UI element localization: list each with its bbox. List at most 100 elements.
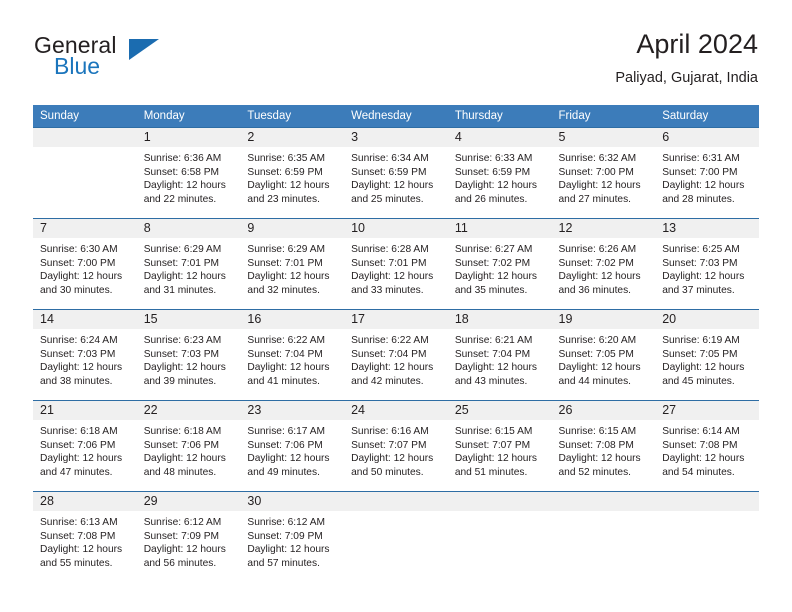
day-info-line: Daylight: 12 hours — [40, 362, 123, 374]
day-info-line: Sunrise: 6:12 AM — [247, 517, 325, 528]
day-info-line: Daylight: 12 hours — [558, 362, 641, 374]
calendar-day-cell[interactable]: 13 Sunrise: 6:25 AM Sunset: 7:03 PM Dayligh… — [655, 218, 759, 310]
day-info-line: Sunrise: 6:25 AM — [662, 244, 740, 255]
calendar-day-cell[interactable]: 2 Sunrise: 6:35 AM Sunset: 6:59 PM Daylight… — [240, 127, 345, 219]
day-number: 10 — [344, 219, 448, 238]
day-info-line: Sunset: 7:06 PM — [143, 439, 220, 451]
calendar-day-cell[interactable]: 11 Sunrise: 6:27 AM Sunset: 7:02 PM Dayligh… — [447, 218, 552, 310]
brand-logo[interactable]: General Blue — [34, 32, 234, 90]
day-sun-info: Sunrise: 6:22 AM Sunset: 7:04 PM Daylight:… — [344, 329, 448, 388]
cell-inner: 24 Sunrise: 6:16 AM Sunset: 7:07 PM Dayligh… — [344, 401, 448, 491]
weekday-header-friday: Friday — [551, 105, 656, 128]
day-number: 27 — [655, 401, 759, 420]
weekday-header-saturday: Saturday — [655, 105, 759, 128]
day-info-line: Sunrise: 6:34 AM — [351, 153, 429, 164]
day-info-line: Sunrise: 6:24 AM — [40, 335, 118, 346]
day-info-line: and 48 minutes. — [143, 466, 217, 478]
day-info-line: Daylight: 12 hours — [143, 180, 226, 192]
day-number: 28 — [33, 492, 137, 511]
calendar-week-row: 14 Sunrise: 6:24 AM Sunset: 7:03 PM Dayligh… — [33, 309, 759, 401]
day-info-line: Daylight: 12 hours — [351, 180, 434, 192]
day-info-line: Sunrise: 6:30 AM — [40, 244, 118, 255]
calendar-day-cell[interactable]: 15 Sunrise: 6:23 AM Sunset: 7:03 PM Dayligh… — [136, 309, 241, 401]
day-number: 5 — [551, 128, 656, 147]
calendar-day-cell[interactable]: 25 Sunrise: 6:15 AM Sunset: 7:07 PM Dayligh… — [447, 400, 552, 492]
day-sun-info: Sunrise: 6:29 AM Sunset: 7:01 PM Daylight:… — [240, 238, 344, 297]
day-sun-info: Sunrise: 6:25 AM Sunset: 7:03 PM Daylight:… — [655, 238, 759, 297]
calendar-day-cell[interactable]: 10 Sunrise: 6:28 AM Sunset: 7:01 PM Dayligh… — [344, 218, 448, 310]
calendar-day-cell[interactable]: 20 Sunrise: 6:19 AM Sunset: 7:05 PM Dayligh… — [655, 309, 759, 401]
day-info-line: Sunset: 7:05 PM — [558, 348, 634, 360]
day-info-line: Daylight: 12 hours — [662, 180, 745, 192]
day-number: 6 — [655, 128, 759, 147]
calendar-day-cell[interactable]: 7 Sunrise: 6:30 AM Sunset: 7:00 PM Daylight… — [33, 218, 137, 310]
calendar-day-cell[interactable]: 5 Sunrise: 6:32 AM Sunset: 7:00 PM Daylight… — [551, 127, 656, 219]
day-info-line: and 54 minutes. — [662, 466, 735, 478]
day-info-line: and 39 minutes. — [143, 375, 217, 387]
day-info-line: Sunrise: 6:18 AM — [40, 426, 118, 437]
day-info-line: Daylight: 12 hours — [558, 271, 641, 283]
day-number: 17 — [344, 310, 448, 329]
calendar-day-cell[interactable]: 27 Sunrise: 6:14 AM Sunset: 7:08 PM Dayligh… — [655, 400, 759, 492]
day-info-line: Sunset: 7:03 PM — [40, 348, 116, 360]
day-info-line: Sunset: 6:59 PM — [247, 166, 323, 178]
day-sun-info: Sunrise: 6:13 AM Sunset: 7:08 PM Daylight:… — [33, 511, 137, 570]
day-number: 21 — [33, 401, 137, 420]
day-info-line: and 23 minutes. — [247, 193, 320, 205]
calendar-day-cell[interactable]: 29 Sunrise: 6:12 AM Sunset: 7:09 PM Dayligh… — [136, 491, 241, 580]
weekday-header-thursday: Thursday — [447, 105, 552, 128]
calendar-day-cell[interactable]: 17 Sunrise: 6:22 AM Sunset: 7:04 PM Dayligh… — [344, 309, 448, 401]
day-info-line: Sunrise: 6:15 AM — [558, 426, 637, 437]
calendar-day-cell[interactable]: 16 Sunrise: 6:22 AM Sunset: 7:04 PM Dayligh… — [240, 309, 345, 401]
day-info-line: Sunrise: 6:36 AM — [143, 153, 222, 164]
cell-inner: 6 Sunrise: 6:31 AM Sunset: 7:00 PM Daylight… — [655, 128, 759, 218]
cell-inner: 14 Sunrise: 6:24 AM Sunset: 7:03 PM Dayligh… — [33, 310, 137, 400]
day-sun-info: Sunrise: 6:27 AM Sunset: 7:02 PM Daylight:… — [448, 238, 552, 297]
day-info-line: Sunrise: 6:20 AM — [558, 335, 637, 346]
cell-inner: 17 Sunrise: 6:22 AM Sunset: 7:04 PM Dayligh… — [344, 310, 448, 400]
day-info-line: Sunset: 7:04 PM — [247, 348, 323, 360]
calendar-grid: Sunday Monday Tuesday Wednesday Thursday Frid… — [33, 105, 759, 580]
calendar-day-cell[interactable]: 4 Sunrise: 6:33 AM Sunset: 6:59 PM Daylight… — [447, 127, 552, 219]
cell-inner: 27 Sunrise: 6:14 AM Sunset: 7:08 PM Dayligh… — [655, 401, 759, 491]
day-number: 23 — [240, 401, 345, 420]
day-info-line: and 28 minutes. — [662, 193, 735, 205]
cell-inner: 1 Sunrise: 6:36 AM Sunset: 6:58 PM Daylight… — [136, 128, 241, 218]
day-info-line: Sunset: 7:04 PM — [454, 348, 531, 360]
day-info-line: Daylight: 12 hours — [40, 453, 123, 465]
day-sun-info: Sunrise: 6:18 AM Sunset: 7:06 PM Daylight:… — [137, 420, 241, 479]
calendar-day-cell[interactable]: 3 Sunrise: 6:34 AM Sunset: 6:59 PM Daylight… — [344, 127, 448, 219]
calendar-day-cell[interactable]: 24 Sunrise: 6:16 AM Sunset: 7:07 PM Dayligh… — [344, 400, 448, 492]
calendar-day-cell[interactable]: 12 Sunrise: 6:26 AM Sunset: 7:02 PM Dayligh… — [551, 218, 656, 310]
calendar-cell-empty — [551, 491, 656, 580]
day-info-line: Sunset: 7:03 PM — [143, 348, 220, 360]
day-info-line: Daylight: 12 hours — [454, 453, 537, 465]
day-info-line: Sunset: 7:01 PM — [351, 257, 427, 269]
day-sun-info: Sunrise: 6:18 AM Sunset: 7:06 PM Daylight:… — [33, 420, 137, 479]
calendar-week-row: 1 Sunrise: 6:36 AM Sunset: 6:58 PM Daylight… — [33, 127, 759, 219]
day-info-line: Daylight: 12 hours — [40, 544, 123, 556]
calendar-day-cell[interactable]: 6 Sunrise: 6:31 AM Sunset: 7:00 PM Daylight… — [655, 127, 759, 219]
calendar-day-cell[interactable]: 8 Sunrise: 6:29 AM Sunset: 7:01 PM Daylight… — [136, 218, 241, 310]
day-info-line: Daylight: 12 hours — [247, 180, 330, 192]
calendar-day-cell[interactable]: 19 Sunrise: 6:20 AM Sunset: 7:05 PM Dayligh… — [551, 309, 656, 401]
cell-inner: 18 Sunrise: 6:21 AM Sunset: 7:04 PM Dayligh… — [447, 310, 552, 400]
day-info-line: Sunset: 6:59 PM — [351, 166, 427, 178]
calendar-day-cell[interactable]: 9 Sunrise: 6:29 AM Sunset: 7:01 PM Daylight… — [240, 218, 345, 310]
calendar-day-cell[interactable]: 23 Sunrise: 6:17 AM Sunset: 7:06 PM Dayligh… — [240, 400, 345, 492]
day-number: 30 — [240, 492, 345, 511]
day-info-line: and 38 minutes. — [40, 375, 113, 387]
day-number: 4 — [447, 128, 552, 147]
calendar-day-cell[interactable]: 18 Sunrise: 6:21 AM Sunset: 7:04 PM Dayligh… — [447, 309, 552, 401]
calendar-day-cell[interactable]: 14 Sunrise: 6:24 AM Sunset: 7:03 PM Dayligh… — [33, 309, 137, 401]
day-sun-info: Sunrise: 6:14 AM Sunset: 7:08 PM Daylight:… — [655, 420, 759, 479]
calendar-day-cell[interactable]: 1 Sunrise: 6:36 AM Sunset: 6:58 PM Daylight… — [136, 127, 241, 219]
day-number: 20 — [655, 310, 759, 329]
calendar-day-cell[interactable]: 30 Sunrise: 6:12 AM Sunset: 7:09 PM Dayligh… — [240, 491, 345, 580]
calendar-day-cell[interactable]: 28 Sunrise: 6:13 AM Sunset: 7:08 PM Dayligh… — [33, 491, 137, 580]
calendar-week-row: 7 Sunrise: 6:30 AM Sunset: 7:00 PM Daylight… — [33, 218, 759, 310]
calendar-day-cell[interactable]: 21 Sunrise: 6:18 AM Sunset: 7:06 PM Dayligh… — [33, 400, 137, 492]
day-sun-info: Sunrise: 6:17 AM Sunset: 7:06 PM Daylight:… — [240, 420, 344, 479]
calendar-day-cell[interactable]: 22 Sunrise: 6:18 AM Sunset: 7:06 PM Dayligh… — [136, 400, 241, 492]
calendar-day-cell[interactable]: 26 Sunrise: 6:15 AM Sunset: 7:08 PM Dayligh… — [551, 400, 656, 492]
